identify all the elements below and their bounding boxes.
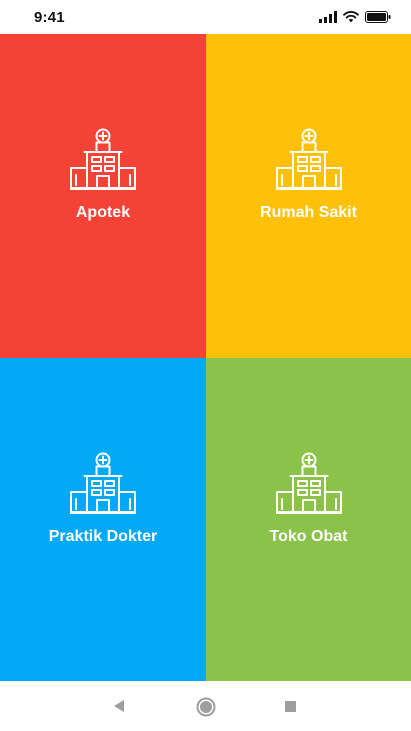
tile-label: Toko Obat (269, 528, 348, 545)
hospital-icon (274, 452, 343, 514)
wifi-icon (343, 11, 359, 23)
back-icon[interactable] (113, 699, 125, 713)
status-bar: 9:41 (0, 0, 411, 34)
category-grid: Apotek Rumah Sakit Praktik Dokter Toko O… (0, 34, 411, 681)
status-icons (319, 10, 391, 24)
tile-praktik-dokter[interactable]: Praktik Dokter (0, 358, 206, 681)
tile-toko-obat[interactable]: Toko Obat (206, 358, 411, 681)
hospital-icon (69, 128, 137, 190)
signal-icon (319, 11, 337, 23)
hospital-icon (274, 128, 343, 190)
tile-rumah-sakit[interactable]: Rumah Sakit (206, 34, 411, 358)
navigation-bar (0, 681, 411, 731)
tile-label: Rumah Sakit (260, 204, 357, 221)
status-time: 9:41 (34, 9, 65, 26)
home-icon[interactable] (196, 697, 216, 717)
tile-label: Praktik Dokter (48, 528, 158, 545)
hospital-icon (69, 452, 137, 514)
battery-icon (365, 11, 391, 23)
tile-apotek[interactable]: Apotek (0, 34, 206, 358)
tile-label: Apotek (75, 204, 131, 221)
recent-apps-icon[interactable] (285, 701, 296, 712)
